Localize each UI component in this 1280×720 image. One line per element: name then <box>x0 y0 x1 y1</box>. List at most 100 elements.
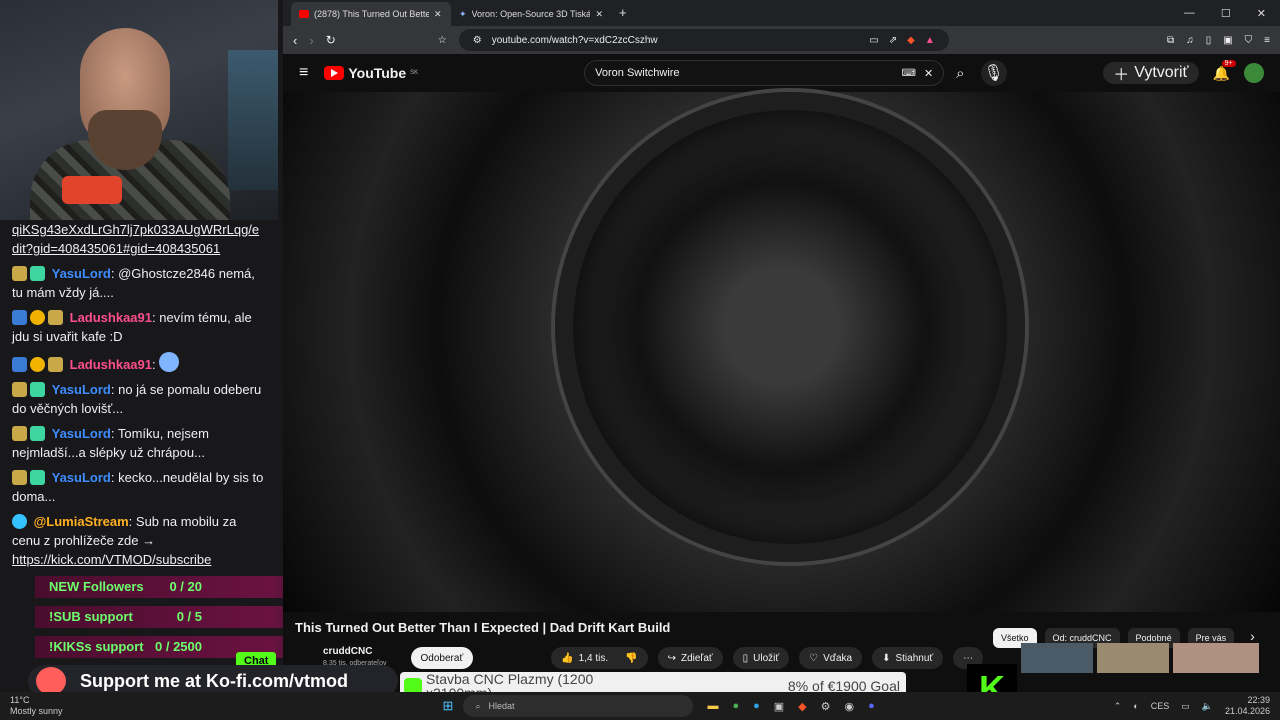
site-info-icon[interactable]: ⚙ <box>473 35 482 46</box>
settings-icon[interactable]: ⚙ <box>821 700 831 713</box>
brave-shield-icon[interactable]: ◆ <box>907 35 915 46</box>
chat-username[interactable]: YasuLord <box>52 266 111 281</box>
edge-icon[interactable]: ● <box>753 700 760 713</box>
wallet-icon[interactable]: ▣ <box>1223 35 1232 46</box>
vpn-icon[interactable]: ⛉ <box>1245 35 1253 46</box>
chrome-icon[interactable]: ● <box>732 700 739 713</box>
crown-badge-icon <box>12 470 27 485</box>
channel-name[interactable]: cruddCNC <box>323 646 387 658</box>
chat-link[interactable]: qiKSg43eXxdLrGh7lj7pk033AUgWRrLqg/edit?g… <box>12 222 259 256</box>
video-frame-lens <box>555 92 1025 562</box>
avatar[interactable] <box>1244 63 1264 83</box>
pinned-apps: ▬ ● ● ▣ ◆ ⚙ ◉ ● <box>707 700 874 713</box>
menu-icon[interactable]: ≡ <box>1264 35 1270 46</box>
language-indicator[interactable]: CES <box>1151 701 1170 711</box>
maximize-icon[interactable]: ☐ <box>1221 7 1231 20</box>
file-explorer-icon[interactable]: ▬ <box>707 700 718 713</box>
plus-icon: ＋ <box>1113 67 1130 84</box>
dislike-icon[interactable]: 👎 <box>625 653 637 664</box>
notifications-icon[interactable]: 🔔 9+ <box>1213 59 1236 82</box>
volume-icon[interactable]: 🔈 <box>1202 701 1213 712</box>
save-label: Uložiť <box>753 652 780 664</box>
video-title: This Turned Out Better Than I Expected |… <box>295 620 671 635</box>
clock[interactable]: 22:39 21.04.2026 <box>1225 695 1270 717</box>
bookmark-icon[interactable]: ☆ <box>438 35 447 46</box>
close-window-icon[interactable]: ✕ <box>1257 7 1266 20</box>
close-tab-icon[interactable]: ✕ <box>595 9 603 20</box>
chat-message: YasuLord: kecko...neudělal by sis to dom… <box>12 468 266 506</box>
share-button[interactable]: ↪ Zdieľať <box>657 647 723 669</box>
like-count: 1,4 tis. <box>578 652 609 664</box>
chat-message: YasuLord: no já se pomalu odeberu do věč… <box>12 380 266 418</box>
obs-icon[interactable]: ◉ <box>845 700 855 713</box>
chat-username[interactable]: Ladushkaa91 <box>70 310 152 325</box>
search-input[interactable]: Voron Switchwire ⌨ ✕ <box>584 60 945 86</box>
create-button[interactable]: ＋ Vytvoriť <box>1103 62 1199 84</box>
thumbs-up-icon: 👍 <box>561 652 574 664</box>
tab-voron[interactable]: ✦ Voron: Open-Source 3D Tiskárny DIY ✕ <box>451 2 611 26</box>
subscribe-button[interactable]: Odoberať <box>410 647 474 669</box>
stream-overlay: qiKSg43eXxdLrGh7lj7pk033AUgWRrLqg/edit?g… <box>0 0 331 720</box>
extensions-icon[interactable]: ⧉ <box>1167 35 1174 46</box>
discord-icon[interactable]: ● <box>868 700 875 713</box>
tray-app-icon[interactable]: ◐ <box>1133 701 1138 711</box>
chat-username[interactable]: YasuLord <box>52 426 111 441</box>
weather-text: Mostly sunny <box>10 706 63 716</box>
weather-widget[interactable]: 11°C Mostly sunny <box>10 695 63 717</box>
related-video-thumbnail[interactable] <box>1097 643 1170 673</box>
sidebar-icon[interactable]: ▯ <box>1206 35 1212 46</box>
tab-youtube[interactable]: (2878) This Turned Out Better ✕ <box>291 2 451 26</box>
save-icon: ▯ <box>742 652 749 664</box>
reload-icon[interactable]: ↻ <box>326 33 336 47</box>
hamburger-menu-icon[interactable]: ≡ <box>299 64 308 82</box>
chat-username[interactable]: Ladushkaa91 <box>70 357 152 372</box>
taskbar-search[interactable]: ⌕ Hledat <box>463 695 694 717</box>
like-button[interactable]: 👍 1,4 tis. 👎 <box>551 647 648 669</box>
related-video-thumbnail[interactable] <box>1021 643 1094 673</box>
youtube-header: ≡ YouTube SK Voron Switchwire ⌨ ✕ ⌕ 🎙 ＋ V… <box>283 54 1280 92</box>
voice-search-icon[interactable]: 🎙 <box>980 60 1007 86</box>
search-icon[interactable]: ⌕ <box>956 65 964 82</box>
chat-text: : kecko...neudělal by sis to doma... <box>12 470 264 504</box>
video-actions: cruddCNC 8,35 tis. odberateľov Odoberať … <box>323 643 1280 673</box>
chat-username[interactable]: @LumiaStream <box>34 514 129 529</box>
keyboard-icon[interactable]: ⌨ <box>902 68 916 79</box>
download-button[interactable]: ⬇ Stiahnuť <box>872 647 944 669</box>
gift-badge-icon <box>30 357 45 372</box>
forward-icon[interactable]: › <box>309 33 313 48</box>
close-tab-icon[interactable]: ✕ <box>434 9 442 20</box>
windows-start-icon[interactable]: ⊞ <box>443 698 454 714</box>
stream-chat: qiKSg43eXxdLrGh7lj7pk033AUgWRrLqg/edit?g… <box>0 220 278 575</box>
rewards-icon[interactable]: ▲ <box>925 35 935 46</box>
save-button[interactable]: ▯ Uložiť <box>732 647 790 669</box>
thanks-button[interactable]: ♡ Vďaka <box>799 647 863 669</box>
system-tray: ⌃ ◐ CES ▭ 🔈 22:39 21.04.2026 <box>1114 695 1280 717</box>
install-icon[interactable]: ▭ <box>869 35 878 46</box>
address-bar-row: ‹ › ↻ ☆ ⚙ youtube.com/watch?v=xdC2zcCszh… <box>283 26 1280 54</box>
brave-icon[interactable]: ◆ <box>798 700 806 713</box>
crown-badge-icon <box>12 266 27 281</box>
new-tab-icon[interactable]: + <box>611 5 635 26</box>
minimize-icon[interactable]: — <box>1184 7 1195 19</box>
subscribe-link[interactable]: https://kick.com/VTMOD/subscribe <box>12 552 211 567</box>
temperature: 11°C <box>10 695 30 705</box>
tab-strip: (2878) This Turned Out Better ✕ ✦ Voron:… <box>283 0 1280 26</box>
crown-badge-icon <box>12 382 27 397</box>
url-field[interactable]: ⚙ youtube.com/watch?v=xdC2zcCszhw ▭ ⇗ ◆ … <box>458 29 949 51</box>
video-player[interactable] <box>283 92 1280 612</box>
background-shelf <box>228 50 278 190</box>
chat-username[interactable]: YasuLord <box>52 470 111 485</box>
chat-username[interactable]: YasuLord <box>52 382 111 397</box>
music-icon[interactable]: ♫ <box>1186 35 1194 46</box>
webcam-feed <box>0 0 278 220</box>
related-video-thumbnail[interactable] <box>1173 643 1260 673</box>
thanks-label: Vďaka <box>823 652 853 664</box>
back-icon[interactable]: ‹ <box>293 33 297 48</box>
clear-search-icon[interactable]: ✕ <box>924 67 933 80</box>
download-icon: ⬇ <box>882 652 891 664</box>
tray-expand-icon[interactable]: ⌃ <box>1114 701 1122 712</box>
share-url-icon[interactable]: ⇗ <box>889 35 897 46</box>
youtube-logo[interactable]: YouTube SK <box>324 65 418 81</box>
terminal-icon[interactable]: ▣ <box>774 700 784 713</box>
network-icon[interactable]: ▭ <box>1181 701 1190 712</box>
